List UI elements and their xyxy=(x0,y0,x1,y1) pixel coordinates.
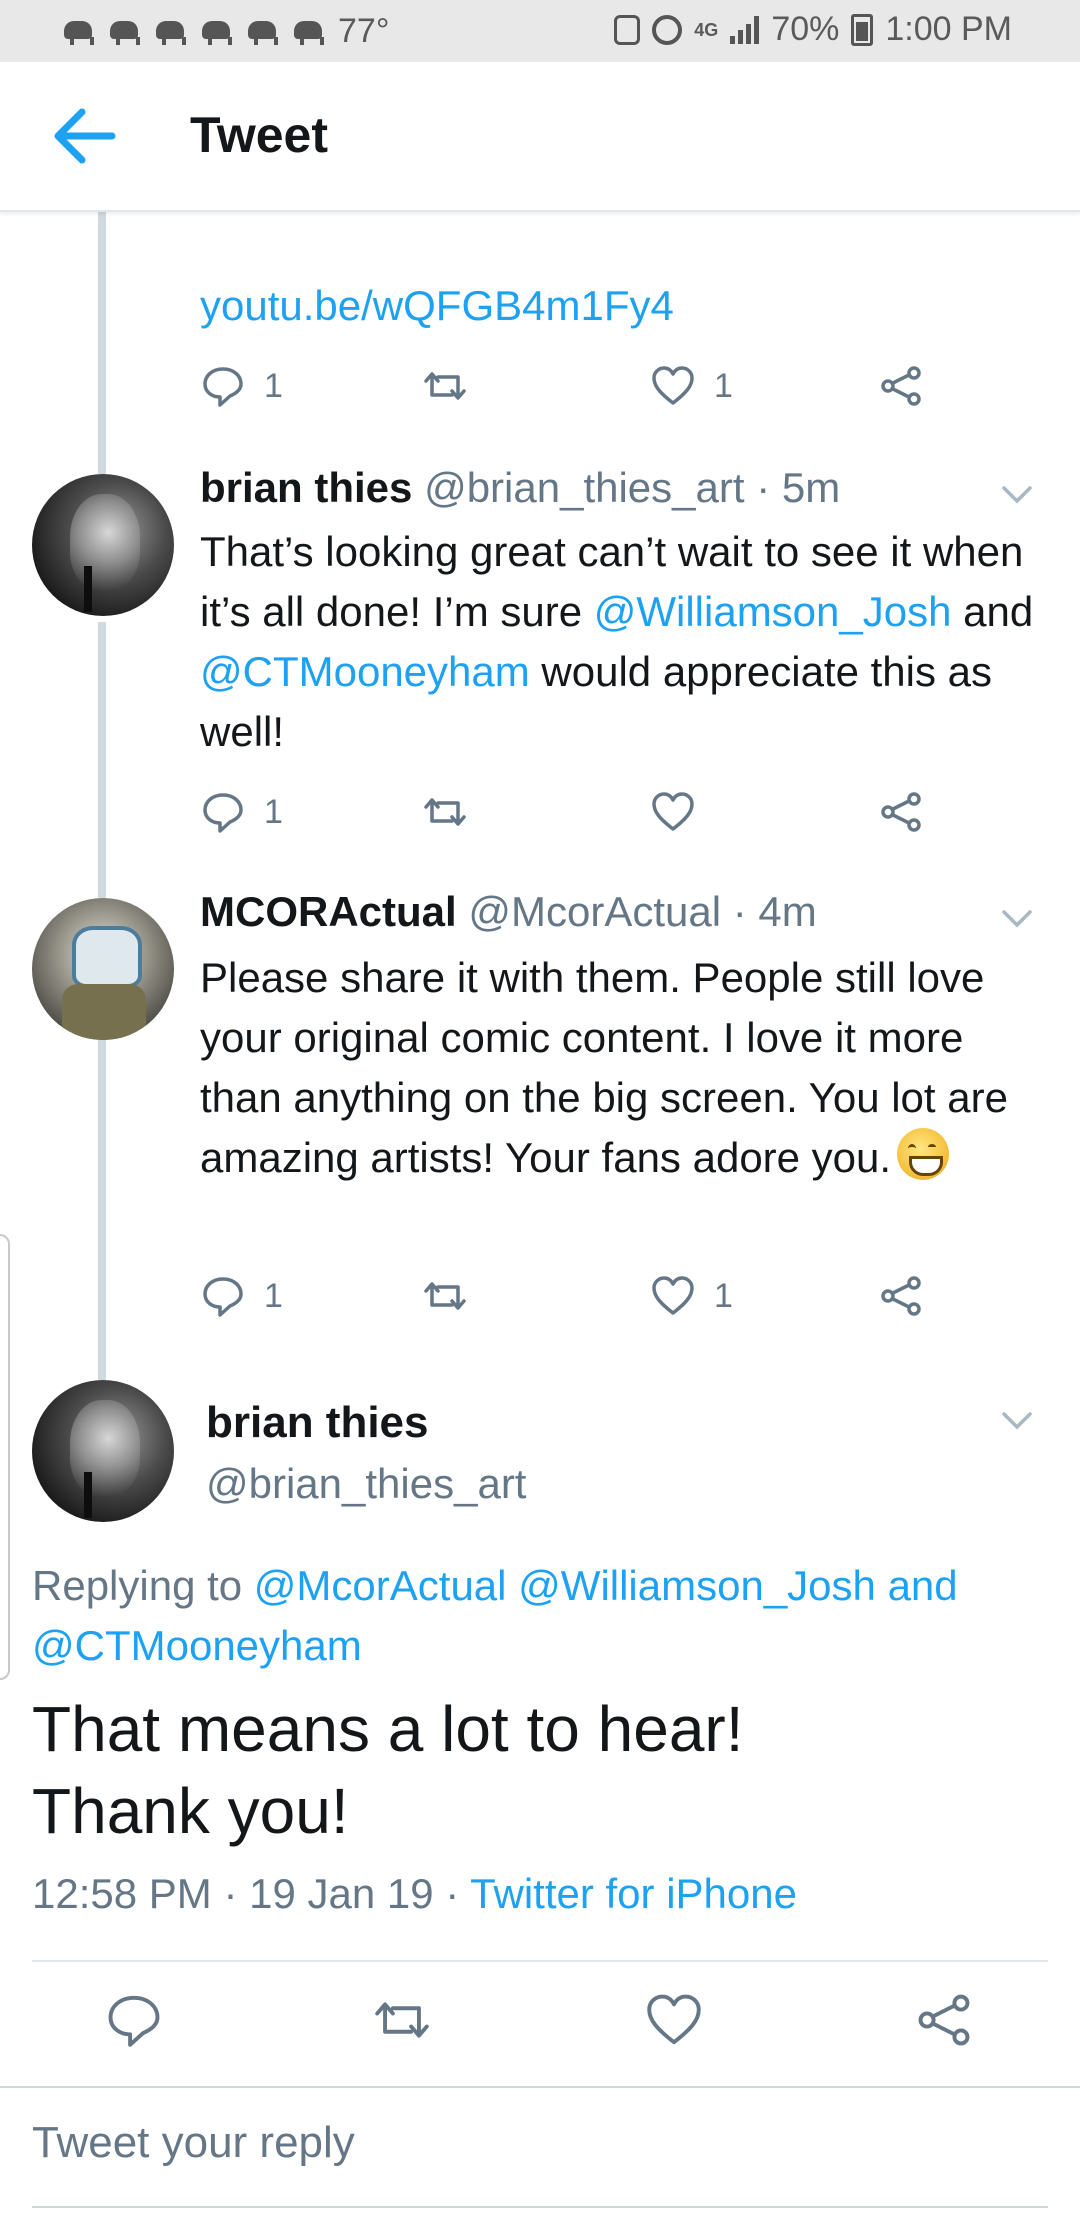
signal-icon xyxy=(730,15,760,44)
grinning-face-emoji xyxy=(897,1128,950,1180)
tweet-text: Please share it with them. People still … xyxy=(200,948,1050,1188)
temperature: 77° xyxy=(338,12,390,50)
avatar[interactable] xyxy=(32,1380,174,1522)
retweet-button[interactable] xyxy=(422,1266,468,1326)
tweet-link[interactable]: youtu.be/wQFGB4m1Fy4 xyxy=(200,282,674,330)
heart-icon xyxy=(652,1276,694,1315)
heart-icon xyxy=(647,1994,701,2045)
game-controller-icon xyxy=(108,17,142,47)
tweet-header: MCORActual @McorActual · 4m xyxy=(200,888,817,936)
tweet-timestamp: 12:58 PM · 19 Jan 19 · Twitter for iPhon… xyxy=(32,1870,797,1918)
share-icon xyxy=(881,792,921,832)
game-controller-icon xyxy=(154,17,188,47)
author-handle: @brian_thies_art xyxy=(206,1460,527,1507)
author-handle-time: @McorActual · 4m xyxy=(468,888,817,935)
back-arrow-icon[interactable] xyxy=(52,108,116,164)
retweet-icon xyxy=(424,798,466,826)
reply-button[interactable]: 1 xyxy=(200,1266,283,1326)
share-button[interactable] xyxy=(914,1990,974,2050)
reply-button[interactable]: 1 xyxy=(200,356,283,416)
mention-link[interactable]: @Williamson_Josh xyxy=(594,588,952,635)
like-button[interactable] xyxy=(650,782,714,842)
divider xyxy=(32,1960,1048,1962)
status-bar: 77° 4G 70% 1:00 PM xyxy=(0,0,1080,62)
edge-panel-handle[interactable] xyxy=(0,1234,10,1680)
author-name[interactable]: brian thies xyxy=(200,464,412,511)
game-controller-icon xyxy=(292,17,326,47)
reply-count: 1 xyxy=(264,792,283,831)
reply-icon xyxy=(203,1277,243,1317)
tweet-text: That’s looking great can’t wait to see i… xyxy=(200,522,1050,762)
retweet-icon xyxy=(424,372,466,400)
reply-icon xyxy=(203,793,243,833)
main-tweet-line: Thank you! xyxy=(32,1775,349,1847)
tweet-header: brian thies @brian_thies_art · 5m xyxy=(200,464,840,512)
share-icon xyxy=(881,1276,921,1316)
reply-count: 1 xyxy=(264,366,283,405)
network-type: 4G xyxy=(694,19,719,40)
notification-icons: 77° xyxy=(62,12,389,51)
tweet-text-part: and xyxy=(951,588,1034,635)
clock: 1:00 PM xyxy=(885,10,1012,48)
tweet-actions: 1 1 xyxy=(200,1266,960,1326)
author-name[interactable]: brian thies xyxy=(206,1398,429,1448)
author-handle-time: @brian_thies_art · 5m xyxy=(424,464,841,511)
share-button[interactable] xyxy=(878,782,924,842)
replying-to: Replying to @McorActual @Williamson_Josh… xyxy=(32,1556,1052,1676)
retweet-button[interactable] xyxy=(422,782,468,842)
chevron-down-icon[interactable] xyxy=(1000,908,1034,930)
share-icon xyxy=(918,1994,970,2046)
reply-icon xyxy=(203,367,243,407)
like-button[interactable]: 1 xyxy=(650,1266,733,1326)
main-tweet-line: That means a lot to hear! xyxy=(32,1693,744,1765)
like-count: 1 xyxy=(714,1276,733,1315)
source-link[interactable]: Twitter for iPhone xyxy=(470,1870,797,1917)
author-name[interactable]: MCORActual xyxy=(200,888,457,935)
reply-icon xyxy=(108,1995,160,2047)
reply-input[interactable]: Tweet your reply xyxy=(32,2118,355,2168)
lock-icon xyxy=(614,14,641,45)
mention-link[interactable]: @CTMooneyham xyxy=(200,648,530,695)
retweet-icon xyxy=(424,1282,466,1310)
like-count: 1 xyxy=(714,366,733,405)
thread-line xyxy=(98,622,106,898)
game-controller-icon xyxy=(246,17,280,47)
battery-percent: 70% xyxy=(771,10,840,48)
reply-button[interactable] xyxy=(104,1990,164,2050)
retweet-button[interactable] xyxy=(372,1990,432,2050)
tweet-actions: 1 1 xyxy=(200,356,960,416)
thread-line xyxy=(98,212,106,474)
heart-icon xyxy=(652,792,694,831)
page-title: Tweet xyxy=(190,107,328,163)
share-icon xyxy=(881,366,921,406)
reply-count: 1 xyxy=(264,1276,283,1315)
timestamp-text: 12:58 PM · 19 Jan 19 · xyxy=(32,1870,471,1917)
chevron-down-icon[interactable] xyxy=(1000,1410,1034,1432)
reply-bar: Tweet your reply xyxy=(0,2086,1080,2220)
avatar[interactable] xyxy=(32,474,174,616)
battery-icon xyxy=(851,13,874,46)
like-button[interactable]: 1 xyxy=(650,356,733,416)
tweet-text-part: Please share it with them. People still … xyxy=(200,954,1008,1181)
main-tweet-actions xyxy=(0,1990,1080,2060)
replying-prefix: Replying to xyxy=(32,1562,254,1609)
game-controller-icon xyxy=(62,17,96,47)
thread-line xyxy=(98,1040,106,1380)
game-controller-icon xyxy=(200,17,234,47)
tweet-actions: 1 xyxy=(200,782,960,842)
chevron-down-icon[interactable] xyxy=(1000,484,1034,506)
avatar[interactable] xyxy=(32,898,174,1040)
retweet-icon xyxy=(375,2002,429,2038)
alarm-icon xyxy=(652,14,683,45)
input-underline xyxy=(32,2206,1048,2208)
system-status: 4G 70% 1:00 PM xyxy=(614,10,1012,49)
heart-icon xyxy=(652,366,694,405)
main-tweet-text: That means a lot to hear! Thank you! xyxy=(32,1688,1032,1852)
app-bar: Tweet xyxy=(0,62,1080,212)
share-button[interactable] xyxy=(878,1266,924,1326)
share-button[interactable] xyxy=(878,356,924,416)
reply-button[interactable]: 1 xyxy=(200,782,283,842)
retweet-button[interactable] xyxy=(422,356,468,416)
like-button[interactable] xyxy=(644,1990,704,2050)
